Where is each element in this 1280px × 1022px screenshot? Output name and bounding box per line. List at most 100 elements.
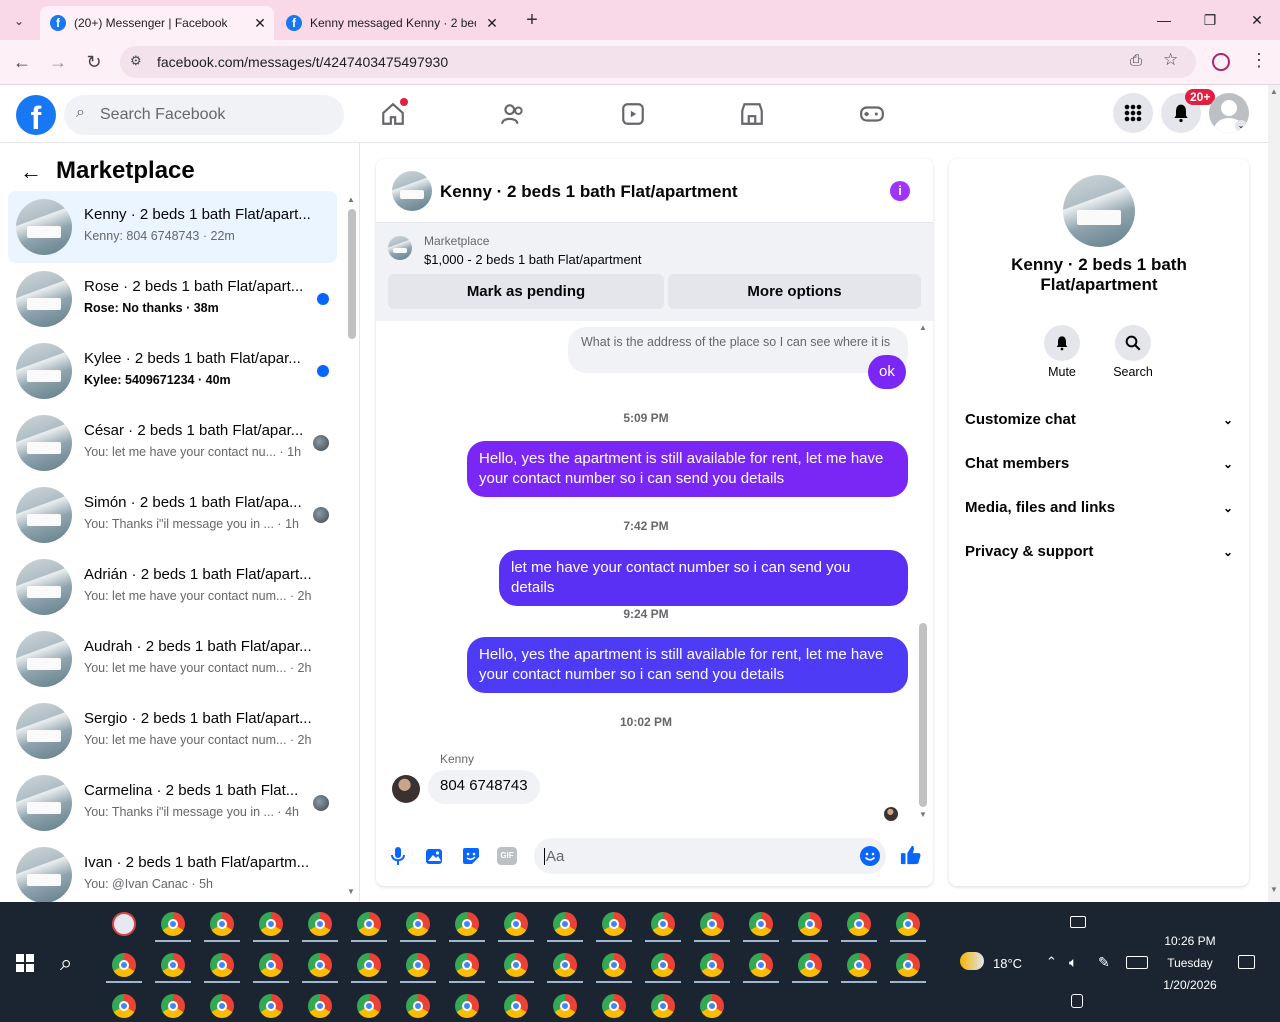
chrome-taskbar-icon[interactable] — [749, 953, 773, 977]
clock-time[interactable]: 10:26 PM — [1140, 934, 1240, 948]
chat-title[interactable]: Kenny · 2 beds 1 bath Flat/apartment — [440, 182, 738, 202]
tab-messenger[interactable]: f (20+) Messenger | Facebook ✕ — [40, 6, 274, 40]
conversation-item[interactable]: César · 2 beds 1 bath Flat/apar... You: l… — [8, 407, 337, 479]
reload-icon[interactable]: ↻ — [82, 50, 106, 74]
outgoing-message[interactable]: Hello, yes the apartment is still availa… — [467, 441, 908, 497]
pen-icon[interactable]: ✎ — [1098, 954, 1110, 971]
message-thread[interactable]: What is the address of the place so I ca… — [376, 321, 933, 826]
chrome-taskbar-icon[interactable] — [798, 953, 822, 977]
chrome-taskbar-icon[interactable] — [651, 994, 675, 1018]
list-scroll-down-icon[interactable]: ▼ — [347, 887, 355, 896]
chrome-taskbar-icon[interactable] — [504, 912, 528, 936]
chrome-taskbar-icon[interactable] — [161, 953, 185, 977]
page-scrollbar[interactable]: ▲ ▼ — [1268, 85, 1280, 902]
tab-search-dropdown[interactable]: ⌄ — [8, 10, 30, 32]
close-tab-icon[interactable]: ✕ — [484, 15, 500, 32]
monitor-icon[interactable] — [1070, 916, 1086, 928]
chrome-taskbar-icon[interactable] — [651, 953, 675, 977]
conversation-item[interactable]: Sergio · 2 beds 1 bath Flat/apart... You:… — [8, 695, 337, 767]
chrome-taskbar-icon[interactable] — [357, 912, 381, 936]
chrome-taskbar-icon[interactable] — [406, 994, 430, 1018]
chrome-taskbar-icon[interactable] — [406, 912, 430, 936]
back-arrow-icon[interactable]: ← — [20, 159, 42, 185]
chrome-taskbar-icon[interactable] — [602, 912, 626, 936]
new-tab-button[interactable]: + — [520, 8, 544, 32]
marketplace-icon[interactable] — [737, 99, 767, 129]
chrome-taskbar-icon[interactable] — [112, 994, 136, 1018]
conversation-item[interactable]: Simón · 2 beds 1 bath Flat/apa... You: Th… — [8, 479, 337, 551]
list-scroll-up-icon[interactable]: ▲ — [347, 195, 355, 204]
chrome-taskbar-icon[interactable] — [259, 953, 283, 977]
taskbar-search-icon[interactable]: ⌕ — [60, 950, 72, 976]
photo-icon[interactable] — [425, 846, 445, 871]
thread-scroll-down-icon[interactable]: ▼ — [919, 810, 927, 819]
chrome-taskbar-icon[interactable] — [455, 912, 479, 936]
chrome-taskbar-icon[interactable] — [553, 912, 577, 936]
customize-chat-section[interactable]: Customize chat ⌄ — [965, 405, 1233, 435]
chrome-taskbar-icon[interactable] — [210, 912, 234, 936]
chrome-taskbar-icon[interactable] — [406, 953, 430, 977]
weather-temperature[interactable]: 18°C — [993, 956, 1022, 971]
outgoing-message[interactable]: Hello, yes the apartment is still availa… — [467, 637, 908, 693]
mute-button[interactable] — [1044, 325, 1080, 361]
video-icon[interactable] — [618, 99, 648, 129]
chrome-taskbar-icon[interactable] — [455, 953, 479, 977]
windows-start-icon[interactable] — [16, 954, 34, 972]
profile-icon[interactable] — [1212, 53, 1230, 71]
chrome-taskbar-icon[interactable] — [504, 994, 528, 1018]
chrome-taskbar-icon[interactable] — [161, 994, 185, 1018]
scroll-down-arrow-icon[interactable]: ▼ — [1270, 885, 1278, 894]
message-input[interactable]: Aa — [534, 838, 886, 874]
chrome-taskbar-icon[interactable] — [308, 953, 332, 977]
conversation-item[interactable]: Ivan · 2 beds 1 bath Flat/apartm... You: … — [8, 839, 337, 911]
thread-scroll-up-icon[interactable]: ▲ — [919, 323, 927, 332]
chrome-taskbar-icon[interactable] — [798, 912, 822, 936]
device-icon[interactable] — [1071, 994, 1083, 1008]
clock-day[interactable]: Tuesday — [1140, 956, 1240, 970]
clock-date[interactable]: 1/20/2026 — [1140, 978, 1240, 992]
sticker-icon[interactable] — [461, 846, 481, 871]
conversation-item[interactable]: Audrah · 2 beds 1 bath Flat/apar... You: … — [8, 623, 337, 695]
hidden-icons-chevron-icon[interactable]: ⌃ — [1046, 954, 1057, 970]
chrome-taskbar-icon[interactable] — [700, 994, 724, 1018]
chrome-taskbar-icon[interactable] — [161, 912, 185, 936]
conversation-item[interactable]: Carmelina · 2 beds 1 bath Flat... You: Th… — [8, 767, 337, 839]
thumbs-up-icon[interactable] — [900, 844, 922, 871]
notification-center-icon[interactable] — [1238, 955, 1255, 969]
gif-icon[interactable]: GIF — [497, 847, 517, 865]
site-info-icon[interactable]: ⚙ — [130, 53, 142, 69]
close-tab-icon[interactable]: ✕ — [252, 15, 268, 32]
chrome-taskbar-icon[interactable] — [553, 953, 577, 977]
bookmark-star-icon[interactable]: ☆ — [1163, 50, 1178, 70]
friends-icon[interactable] — [498, 99, 528, 129]
outgoing-message[interactable]: ok — [868, 355, 906, 389]
listing-thumbnail[interactable] — [392, 171, 432, 211]
chrome-taskbar-icon[interactable] — [602, 953, 626, 977]
search-input[interactable]: ⌕ Search Facebook — [64, 95, 344, 135]
notifications-bell-icon[interactable]: 20+ — [1161, 89, 1216, 133]
incoming-message[interactable]: 804 6748743 — [428, 770, 540, 804]
conversation-item[interactable]: Kenny · 2 beds 1 bath Flat/apart... Kenny… — [8, 191, 337, 263]
chrome-taskbar-icon[interactable] — [896, 912, 920, 936]
minimize-icon[interactable]: — — [1152, 8, 1176, 32]
chrome-taskbar-icon[interactable] — [259, 912, 283, 936]
microphone-icon[interactable] — [390, 846, 406, 871]
listing-small-thumbnail[interactable] — [388, 236, 412, 260]
account-avatar[interactable]: ⌄ — [1209, 93, 1249, 133]
emoji-icon[interactable] — [860, 846, 880, 866]
weather-icon[interactable] — [960, 952, 984, 970]
chrome-taskbar-icon[interactable] — [357, 953, 381, 977]
gaming-icon[interactable] — [857, 99, 887, 129]
chrome-taskbar-icon[interactable] — [700, 912, 724, 936]
chrome-taskbar-icon[interactable] — [896, 953, 920, 977]
chat-list-scrollbar[interactable] — [348, 209, 356, 339]
facebook-logo[interactable]: f — [16, 95, 56, 135]
back-icon[interactable]: ← — [10, 50, 34, 74]
listing-price-title[interactable]: $1,000 - 2 beds 1 bath Flat/apartment — [424, 252, 642, 267]
volume-icon[interactable]: 🔈︎ — [1069, 954, 1077, 971]
chrome-taskbar-icon[interactable] — [259, 994, 283, 1018]
outgoing-message[interactable]: let me have your contact number so i can… — [499, 550, 908, 606]
home-icon[interactable] — [378, 98, 408, 129]
chrome-taskbar-icon[interactable] — [651, 912, 675, 936]
chrome-taskbar-icon[interactable] — [308, 912, 332, 936]
